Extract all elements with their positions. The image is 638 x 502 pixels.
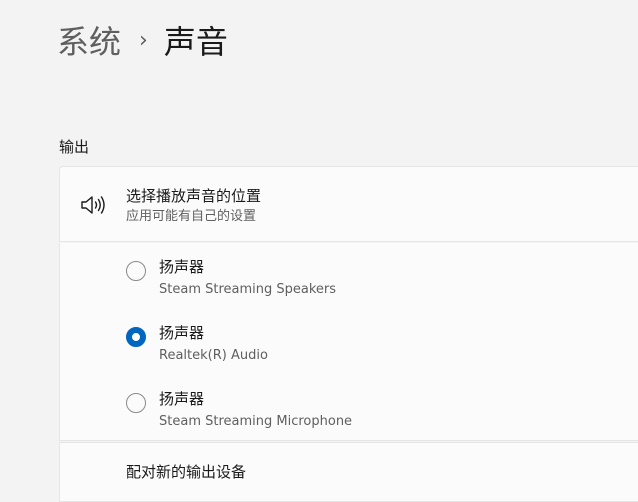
output-device-description: Realtek(R) Audio [159,348,268,363]
breadcrumb-parent-system[interactable]: 系统 [57,18,121,66]
output-device-description: Steam Streaming Microphone [159,414,353,429]
pair-new-output-device-row[interactable]: 配对新的输出设备 [59,442,638,502]
breadcrumb: 系统 › 声音 [57,18,228,66]
output-device-selector-title: 选择播放声音的位置 [126,187,262,205]
output-device-selector-header[interactable]: 选择播放声音的位置 应用可能有自己的设置 [59,166,638,242]
output-device-list: 扬声器 Steam Streaming Speakers 扬声器 Realtek… [59,243,638,441]
radio-button[interactable] [126,261,146,281]
speaker-icon [81,196,105,214]
page-title: 声音 [163,23,228,61]
output-device-name: 扬声器 [159,324,205,342]
radio-button-selected[interactable] [126,327,146,347]
output-device-option[interactable]: 扬声器 Realtek(R) Audio [60,309,638,371]
output-device-description: Steam Streaming Speakers [159,282,337,297]
output-device-selector-subtitle: 应用可能有自己的设置 [126,209,257,224]
output-device-name: 扬声器 [159,390,205,408]
output-device-name: 扬声器 [159,258,205,276]
radio-button[interactable] [126,393,146,413]
pair-new-output-device-label: 配对新的输出设备 [126,463,247,481]
output-device-option[interactable]: 扬声器 Steam Streaming Microphone [60,375,638,437]
breadcrumb-separator: › [139,28,148,53]
section-title-output: 输出 [59,138,90,156]
output-device-option[interactable]: 扬声器 Steam Streaming Speakers [60,243,638,305]
